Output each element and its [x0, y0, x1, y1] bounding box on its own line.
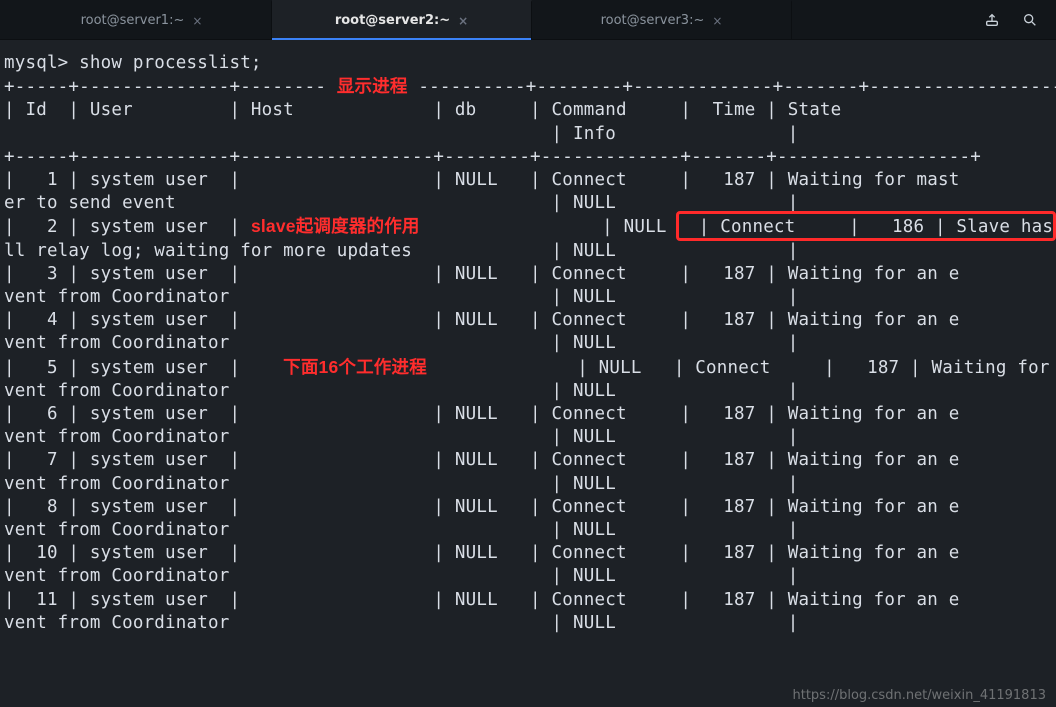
search-icon[interactable]: [1018, 8, 1042, 32]
process-row: | 8 | system user | | NULL | Connect | 1…: [4, 497, 960, 517]
close-icon[interactable]: ×: [192, 14, 202, 28]
tab-server2[interactable]: root@server2:~ ×: [272, 0, 532, 39]
process-row: | 7 | system user | | NULL | Connect | 1…: [4, 450, 960, 470]
process-row: | 3 | system user | | NULL | Connect | 1…: [4, 264, 960, 284]
process-row: | 2 | system user | slave起调度器的作用 | NULL …: [4, 217, 1056, 237]
tab-bar: root@server1:~ × root@server2:~ × root@s…: [0, 0, 1056, 40]
process-row: | 10 | system user | | NULL | Connect | …: [4, 543, 960, 563]
process-row: | 1 | system user | | NULL | Connect | 1…: [4, 170, 960, 190]
close-icon[interactable]: ×: [712, 14, 722, 28]
tab-label: root@server1:~: [81, 13, 185, 28]
process-row: | 4 | system user | | NULL | Connect | 1…: [4, 310, 960, 330]
process-row: | 6 | system user | | NULL | Connect | 1…: [4, 404, 960, 424]
tab-server3[interactable]: root@server3:~ ×: [532, 0, 792, 39]
tab-label: root@server2:~: [335, 13, 450, 28]
tab-server1[interactable]: root@server1:~ ×: [12, 0, 272, 39]
toolbar: [966, 0, 1056, 39]
process-row: | 5 | system user | 下面16个工作进程 | NULL | C…: [4, 358, 1056, 378]
upload-icon[interactable]: [980, 8, 1004, 32]
close-icon[interactable]: ×: [458, 14, 468, 28]
tab-label: root@server3:~: [601, 13, 705, 28]
terminal-output[interactable]: mysql> show processlist; +-----+--------…: [0, 40, 1056, 639]
watermark: https://blog.csdn.net/weixin_41191813: [792, 688, 1046, 703]
process-row: | 11 | system user | | NULL | Connect | …: [4, 590, 960, 610]
